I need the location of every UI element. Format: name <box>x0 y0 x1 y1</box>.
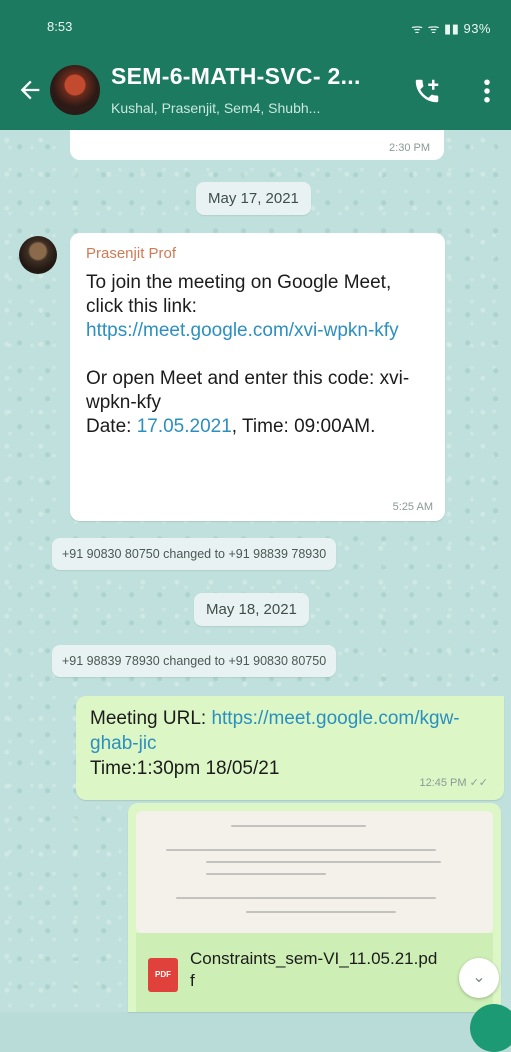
time-text: , Time: 09:00AM. <box>231 416 376 437</box>
document-message-bubble[interactable]: PDF Constraints_sem-VI_11.05.21.pdf <box>128 803 501 1012</box>
document-preview[interactable] <box>136 811 493 933</box>
document-file-row[interactable]: PDF Constraints_sem-VI_11.05.21.pdf <box>136 933 493 1012</box>
incoming-message-bubble[interactable]: Prasenjit Prof To join the meeting on Go… <box>70 233 445 521</box>
message-timestamp: 12:45 PM ✓✓ <box>419 776 488 789</box>
group-avatar[interactable] <box>50 65 100 115</box>
meeting-url-label: Meeting URL: <box>90 708 212 729</box>
add-call-icon[interactable] <box>412 76 442 106</box>
message-text: To join the meeting on Google Meet, clic… <box>86 271 431 439</box>
group-title[interactable]: SEM-6-MATH-SVC- 2... <box>111 63 361 90</box>
preview-line <box>206 873 326 875</box>
meeting-time: Time:1:30pm 18/05/21 <box>90 758 280 779</box>
read-receipt-icon: ✓✓ <box>469 777 488 789</box>
message-line: Or open Meet and enter this code: xvi-wp… <box>86 368 410 413</box>
status-time: 8:53 <box>47 19 73 34</box>
meeting-link[interactable]: https://meet.google.com/xvi-wpkn-kfy <box>86 320 399 341</box>
preview-line <box>231 825 366 827</box>
preview-line <box>246 911 396 913</box>
sender-avatar[interactable] <box>19 236 57 274</box>
document-file-name[interactable]: Constraints_sem-VI_11.05.21.pdf <box>190 948 440 992</box>
pdf-file-icon: PDF <box>148 958 178 992</box>
system-notice: +91 90830 80750 changed to +91 98839 789… <box>52 538 337 570</box>
chat-header: SEM-6-MATH-SVC- 2... Kushal, Prasenjit, … <box>0 50 511 130</box>
date-separator: May 18, 2021 <box>194 593 309 626</box>
scroll-to-bottom-button[interactable]: ⌄ <box>459 958 499 998</box>
system-notice: +91 98839 78930 changed to +91 90830 807… <box>52 645 337 677</box>
preview-line <box>166 849 436 851</box>
status-bar: 8:53 ᯤ ᯤ ▮▮ 93% <box>0 0 511 50</box>
status-indicators: ᯤ ᯤ ▮▮ 93% <box>411 21 491 36</box>
message-text: Meeting URL: https://meet.google.com/kgw… <box>90 706 490 781</box>
preview-line <box>206 861 441 863</box>
back-arrow-icon[interactable] <box>16 76 44 104</box>
timestamp-text: 12:45 PM <box>419 777 467 789</box>
date-prefix: Date: <box>86 416 137 437</box>
outgoing-message-bubble[interactable]: Meeting URL: https://meet.google.com/kgw… <box>76 696 504 800</box>
compose-button[interactable] <box>470 1004 511 1052</box>
message-line: To join the meeting on Google Meet, clic… <box>86 272 392 317</box>
preview-line <box>176 897 436 899</box>
previous-message-bubble[interactable]: 2:30 PM <box>70 130 444 160</box>
group-members[interactable]: Kushal, Prasenjit, Sem4, Shubh... <box>111 100 320 116</box>
sender-name[interactable]: Prasenjit Prof <box>86 245 176 262</box>
message-timestamp: 5:25 AM <box>392 501 433 513</box>
more-vertical-icon[interactable] <box>478 76 496 106</box>
date-link[interactable]: 17.05.2021 <box>137 416 232 437</box>
chevron-down-icon: ⌄ <box>472 969 486 986</box>
date-separator: May 17, 2021 <box>196 182 311 215</box>
message-timestamp: 2:30 PM <box>389 142 430 154</box>
